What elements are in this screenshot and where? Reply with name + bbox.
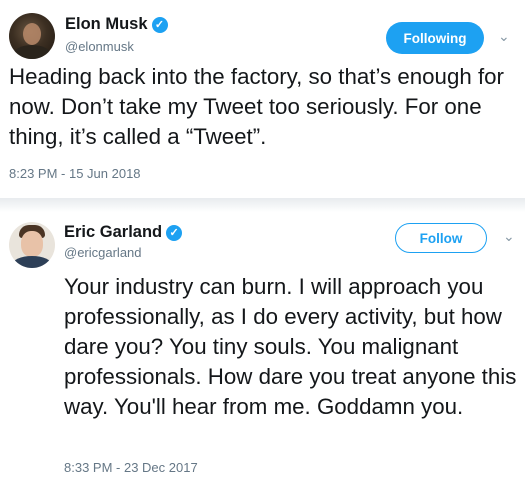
avatar-shirt <box>12 256 52 268</box>
divider <box>0 198 525 212</box>
avatar-face <box>23 23 41 45</box>
tweet-timestamp[interactable]: 8:23 PM - 15 Jun 2018 <box>9 166 141 181</box>
author-handle[interactable]: @elonmusk <box>65 39 134 54</box>
author-name-text: Elon Musk <box>65 15 148 33</box>
tweet-card-elon: Elon Musk ✓ @elonmusk Following ⌄ Heading… <box>0 0 525 198</box>
tweet-card-eric: Eric Garland ✓ @ericgarland Follow ⌄ Your… <box>0 212 525 483</box>
author-handle[interactable]: @ericgarland <box>64 245 142 260</box>
follow-button[interactable]: Follow <box>395 223 487 253</box>
avatar[interactable] <box>9 222 55 268</box>
tweet-text: Your industry can burn. I will approach … <box>64 274 517 419</box>
verified-badge-icon: ✓ <box>166 225 183 241</box>
avatar-shirt <box>13 45 51 59</box>
tweet-text: Heading back into the factory, so that’s… <box>9 64 504 149</box>
verified-badge-icon: ✓ <box>151 17 168 33</box>
tweet-timestamp[interactable]: 8:33 PM - 23 Dec 2017 <box>64 460 198 475</box>
avatar[interactable] <box>9 13 55 59</box>
chevron-down-icon[interactable]: ⌄ <box>498 28 510 45</box>
author-name-text: Eric Garland <box>64 223 163 241</box>
avatar-face <box>21 231 43 257</box>
author-name[interactable]: Eric Garland ✓ <box>64 223 183 242</box>
following-button[interactable]: Following <box>386 22 484 54</box>
chevron-down-icon[interactable]: ⌄ <box>503 228 515 245</box>
author-name[interactable]: Elon Musk ✓ <box>65 15 168 34</box>
